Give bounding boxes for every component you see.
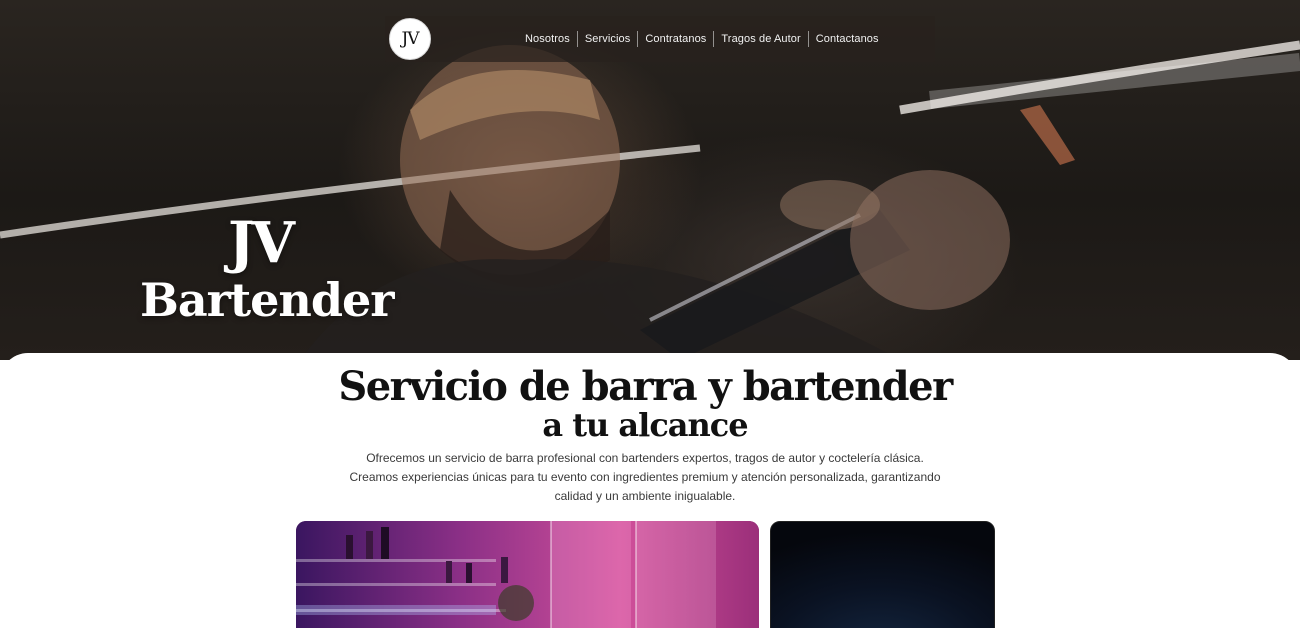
hero-title-line2: Bartender (140, 273, 395, 327)
description-line: Ofrecemos un servicio de barra profesion… (366, 451, 924, 465)
video-card[interactable] (770, 521, 995, 628)
bar-photo-card (296, 521, 759, 628)
description-line: Creamos experiencias únicas para tu even… (349, 470, 941, 484)
nav-link-contratanos[interactable]: Contratanos (638, 30, 713, 48)
services-subheading: a tu alcance (542, 406, 748, 444)
brand-logo[interactable]: JV (389, 18, 431, 60)
hero-section: JV Nosotros Servicios Contratanos Tragos… (0, 0, 1300, 360)
main-nav: Nosotros Servicios Contratanos Tragos de… (518, 30, 886, 48)
nav-link-servicios[interactable]: Servicios (578, 30, 638, 48)
logo-text: JV (401, 29, 419, 49)
bar-interior-image (296, 521, 759, 628)
nav-link-nosotros[interactable]: Nosotros (518, 30, 577, 48)
services-heading: Servicio de barra y bartender (338, 363, 953, 410)
services-description: Ofrecemos un servicio de barra profesion… (330, 449, 960, 506)
nav-link-tragos-de-autor[interactable]: Tragos de Autor (714, 30, 807, 48)
description-line: calidad y un ambiente inigualable. (554, 489, 736, 503)
nav-link-contactanos[interactable]: Contactanos (809, 30, 886, 48)
hero-title: JV Bartender (140, 210, 395, 327)
hero-title-line1: JV (228, 210, 295, 276)
